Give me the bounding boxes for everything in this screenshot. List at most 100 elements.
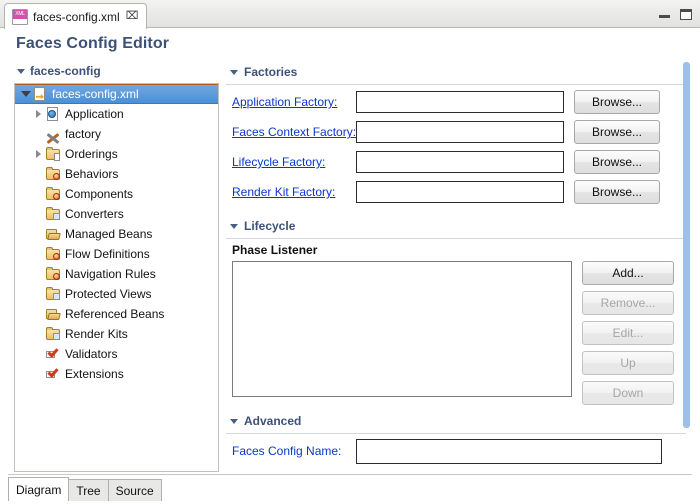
tree-item-label: Extensions [65,366,124,382]
tree-item-label: Validators [65,346,117,362]
down-button[interactable]: Down [582,381,674,405]
application-factory-input[interactable] [356,91,564,113]
tree-item-label: Navigation Rules [65,266,156,282]
lifecycle-body: Phase Listener Add... Remove... Edit... … [226,239,686,411]
factories-body: Application Factory: Browse... Faces Con… [226,85,686,216]
editor-tab-faces-config[interactable]: faces-config.xml ⌧ [4,3,147,29]
tree-item-label: factory [65,126,101,142]
chevron-down-icon[interactable] [17,69,25,74]
folder-open-icon [45,306,61,322]
close-icon[interactable]: ⌧ [126,11,139,22]
collapse-arrow-icon[interactable] [32,104,45,124]
tree-item-flow-definitions[interactable]: Flow Definitions [15,244,218,264]
arrow-placeholder [32,124,45,144]
lifecycle-factory-input[interactable] [356,151,564,173]
tree-item-factory[interactable]: factory [15,124,218,144]
section-title-factories: Factories [244,65,297,79]
arrow-placeholder [32,264,45,284]
tree-item-render-kits[interactable]: Render Kits [15,324,218,344]
arrow-placeholder [32,244,45,264]
tree-item-managed-beans[interactable]: Managed Beans [15,224,218,244]
browse-button-application-factory[interactable]: Browse... [574,90,660,114]
editor-tabstrip: faces-config.xml ⌧ [0,0,700,28]
scrollbar-thumb[interactable] [683,62,690,428]
application-factory-label[interactable]: Application Factory: [226,95,356,109]
tree-item-label: faces-config.xml [52,86,139,102]
tree-item-label: Components [65,186,133,202]
collapse-arrow-icon[interactable] [32,144,45,164]
chevron-down-icon[interactable] [230,70,238,75]
tree-item-label: Application [65,106,124,122]
checkmark-icon [45,366,61,382]
faces-config-name-input[interactable] [356,439,662,464]
remove-button[interactable]: Remove... [582,291,674,315]
browse-button-faces-context-factory[interactable]: Browse... [574,120,660,144]
advanced-body: Faces Config Name: [226,434,686,472]
tree-item-validators[interactable]: Validators [15,344,218,364]
field-row-render-kit-factory: Render Kit Factory: Browse... [226,180,686,204]
minimize-icon[interactable] [659,10,670,18]
faces-context-factory-label[interactable]: Faces Context Factory: [226,125,356,139]
tree-item-application[interactable]: Application [15,104,218,124]
field-row-application-factory: Application Factory: Browse... [226,90,686,114]
tree-item-label: Converters [65,206,124,222]
factory-tools-icon [45,126,61,142]
application-icon [45,106,61,122]
tree-item-protected-views[interactable]: Protected Views [15,284,218,304]
field-row-lifecycle-factory: Lifecycle Factory: Browse... [226,150,686,174]
xml-document-icon [32,86,48,102]
folder-dot-icon [45,246,61,262]
folder-square-icon [45,326,61,342]
vertical-scrollbar[interactable] [683,62,690,472]
render-kit-factory-input[interactable] [356,181,564,203]
section-header-factories[interactable]: Factories [226,62,686,82]
tab-source[interactable]: Source [108,479,162,501]
page-tabs-filler [161,500,692,501]
chevron-down-icon[interactable] [230,419,238,424]
browse-button-lifecycle-factory[interactable]: Browse... [574,150,660,174]
phase-listener-listbox[interactable] [232,261,572,397]
browse-button-render-kit-factory[interactable]: Browse... [574,180,660,204]
edit-button[interactable]: Edit... [582,321,674,345]
arrow-placeholder [32,324,45,344]
folder-dot-icon [45,266,61,282]
arrow-placeholder [32,164,45,184]
tree-item-faces-config-xml[interactable]: faces-config.xml [15,84,218,104]
field-row-faces-context-factory: Faces Context Factory: Browse... [226,120,686,144]
tree-panel-header[interactable]: faces-config [14,62,219,80]
section-header-advanced[interactable]: Advanced [226,411,686,431]
tree-item-converters[interactable]: Converters [15,204,218,224]
folder-open-icon [45,226,61,242]
up-button[interactable]: Up [582,351,674,375]
phase-listener-buttons: Add... Remove... Edit... Up Down [582,261,674,405]
render-kit-factory-label[interactable]: Render Kit Factory: [226,185,356,199]
maximize-icon[interactable] [680,9,692,20]
tree-item-label: Behaviors [65,166,118,182]
editor-tab-label: faces-config.xml [33,10,120,24]
folder-page-icon [45,146,61,162]
tree-box[interactable]: faces-config.xml Application factory Ord… [14,83,219,472]
tab-diagram[interactable]: Diagram [8,477,69,501]
tree-item-referenced-beans[interactable]: Referenced Beans [15,304,218,324]
tree-panel-header-label: faces-config [30,64,101,78]
faces-context-factory-input[interactable] [356,121,564,143]
add-button[interactable]: Add... [582,261,674,285]
tree-item-components[interactable]: Components [15,184,218,204]
lifecycle-factory-label[interactable]: Lifecycle Factory: [226,155,356,169]
folder-square-icon [45,286,61,302]
phase-listener-label: Phase Listener [226,243,686,257]
expand-arrow-icon[interactable] [19,84,32,104]
tree-item-extensions[interactable]: Extensions [15,364,218,384]
tree-item-navigation-rules[interactable]: Navigation Rules [15,264,218,284]
section-title-advanced: Advanced [244,414,301,428]
faces-config-name-label[interactable]: Faces Config Name: [226,444,356,458]
chevron-down-icon[interactable] [230,224,238,229]
tree-item-label: Referenced Beans [65,306,164,322]
tree-item-orderings[interactable]: Orderings [15,144,218,164]
section-header-lifecycle[interactable]: Lifecycle [226,216,686,236]
arrow-placeholder [32,304,45,324]
arrow-placeholder [32,184,45,204]
detail-form: Factories Application Factory: Browse...… [226,62,686,472]
tab-tree[interactable]: Tree [68,479,108,501]
tree-item-behaviors[interactable]: Behaviors [15,164,218,184]
